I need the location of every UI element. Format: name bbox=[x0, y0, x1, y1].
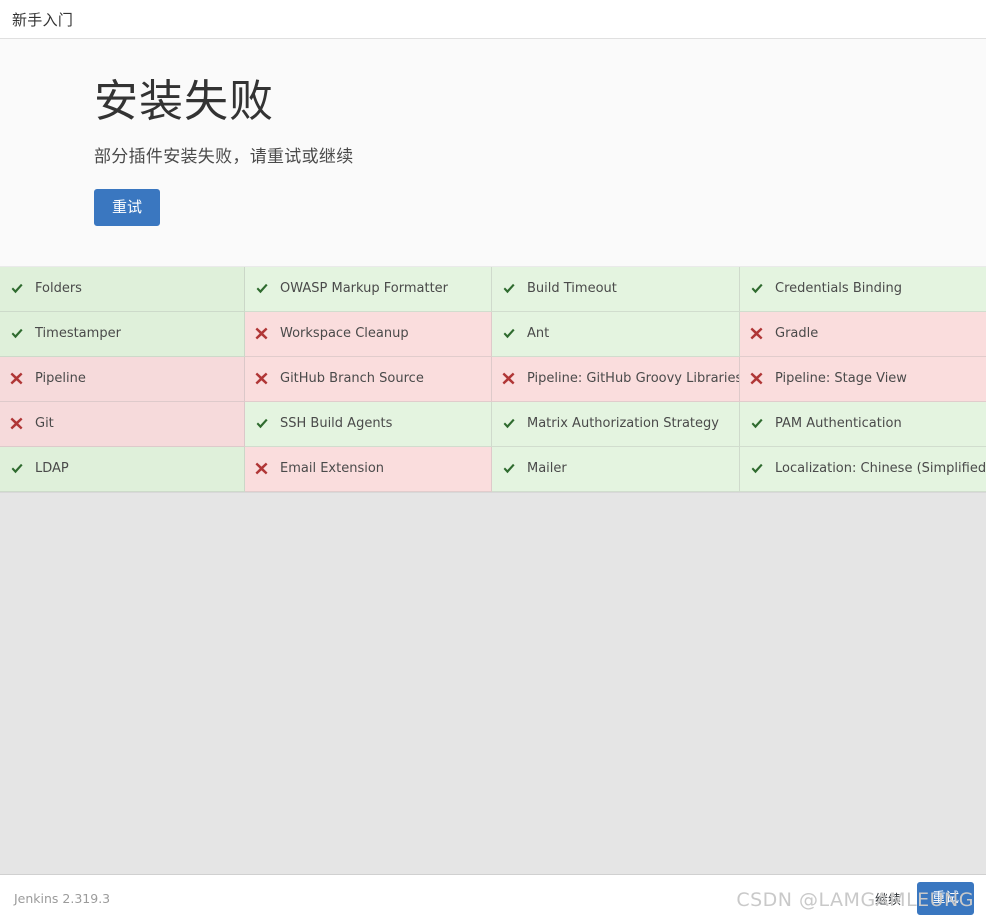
check-icon bbox=[8, 282, 25, 296]
plugin-name: SSH Build Agents bbox=[280, 416, 393, 432]
plugin-name: LDAP bbox=[35, 461, 69, 477]
footer-retry-button[interactable]: 重试 bbox=[917, 882, 974, 915]
plugin-name: Workspace Cleanup bbox=[280, 326, 409, 342]
check-icon bbox=[748, 417, 765, 431]
check-icon bbox=[500, 282, 517, 296]
check-icon bbox=[500, 462, 517, 476]
cross-icon bbox=[748, 327, 765, 340]
install-status-title: 安装失败 bbox=[94, 76, 274, 127]
plugin-cell: Mailer bbox=[492, 446, 740, 492]
plugin-name: Matrix Authorization Strategy bbox=[527, 416, 719, 432]
check-icon bbox=[253, 282, 270, 296]
cross-icon bbox=[253, 327, 270, 340]
plugin-cell: Matrix Authorization Strategy bbox=[492, 401, 740, 447]
check-icon bbox=[500, 327, 517, 341]
check-icon bbox=[8, 327, 25, 341]
check-icon bbox=[748, 462, 765, 476]
plugin-cell: Email Extension bbox=[245, 446, 492, 492]
check-icon bbox=[253, 417, 270, 431]
install-status-subtitle: 部分插件安装失败，请重试或继续 bbox=[94, 146, 354, 167]
plugin-name: Pipeline: GitHub Groovy Libraries bbox=[527, 371, 740, 387]
plugin-name: Folders bbox=[35, 281, 82, 297]
page-title: 新手入门 bbox=[12, 10, 74, 29]
page-footer: Jenkins 2.319.3 继续 重试 CSDN @LAMGAMLEUNG bbox=[0, 874, 986, 922]
plugin-cell: OWASP Markup Formatter bbox=[245, 266, 492, 312]
install-status-panel: 安装失败 部分插件安装失败，请重试或继续 重试 bbox=[0, 39, 986, 267]
plugin-cell: LDAP bbox=[0, 446, 245, 492]
plugin-name: OWASP Markup Formatter bbox=[280, 281, 449, 297]
plugin-name: Localization: Chinese (Simplified) bbox=[775, 461, 986, 477]
plugin-name: Ant bbox=[527, 326, 550, 342]
plugin-cell: Build Timeout bbox=[492, 266, 740, 312]
plugin-name: Pipeline: Stage View bbox=[775, 371, 907, 387]
cross-icon bbox=[8, 417, 25, 430]
cross-icon bbox=[253, 462, 270, 475]
cross-icon bbox=[253, 372, 270, 385]
plugin-name: Pipeline bbox=[35, 371, 86, 387]
plugin-cell: Localization: Chinese (Simplified) bbox=[740, 446, 986, 492]
plugin-name: Git bbox=[35, 416, 54, 432]
plugin-name: PAM Authentication bbox=[775, 416, 902, 432]
plugin-name: Gradle bbox=[775, 326, 819, 342]
plugin-cell: GitHub Branch Source bbox=[245, 356, 492, 402]
continue-button[interactable]: 继续 bbox=[873, 885, 903, 912]
main-content: 安装失败 部分插件安装失败，请重试或继续 重试 Folders OWASP Mar… bbox=[0, 39, 986, 874]
plugin-name: Mailer bbox=[527, 461, 567, 477]
jenkins-version-label: Jenkins 2.319.3 bbox=[14, 891, 111, 906]
check-icon bbox=[8, 462, 25, 476]
cross-icon bbox=[748, 372, 765, 385]
cross-icon bbox=[500, 372, 517, 385]
plugin-cell: Gradle bbox=[740, 311, 986, 357]
plugin-cell: Pipeline bbox=[0, 356, 245, 402]
jenkins-setup-wizard: 新手入门 安装失败 部分插件安装失败，请重试或继续 重试 Folders OWAS… bbox=[0, 0, 986, 922]
plugin-cell: Ant bbox=[492, 311, 740, 357]
plugin-status-grid: Folders OWASP Markup Formatter Build Timeo… bbox=[0, 266, 986, 493]
retry-button[interactable]: 重试 bbox=[94, 188, 161, 226]
plugin-cell: Folders bbox=[0, 266, 245, 312]
plugin-name: GitHub Branch Source bbox=[280, 371, 424, 387]
page-header: 新手入门 bbox=[0, 0, 986, 39]
cross-icon bbox=[8, 372, 25, 385]
plugin-name: Build Timeout bbox=[527, 281, 617, 297]
plugin-cell: Pipeline: GitHub Groovy Libraries bbox=[492, 356, 740, 402]
plugin-cell: Credentials Binding bbox=[740, 266, 986, 312]
footer-actions: 继续 重试 bbox=[873, 882, 974, 915]
plugin-name: Credentials Binding bbox=[775, 281, 902, 297]
plugin-cell: Timestamper bbox=[0, 311, 245, 357]
plugin-name: Timestamper bbox=[35, 326, 121, 342]
plugin-cell: Git bbox=[0, 401, 245, 447]
plugin-cell: SSH Build Agents bbox=[245, 401, 492, 447]
plugin-name: Email Extension bbox=[280, 461, 385, 477]
plugin-cell: Workspace Cleanup bbox=[245, 311, 492, 357]
plugin-cell: PAM Authentication bbox=[740, 401, 986, 447]
plugin-cell: Pipeline: Stage View bbox=[740, 356, 986, 402]
check-icon bbox=[748, 282, 765, 296]
check-icon bbox=[500, 417, 517, 431]
